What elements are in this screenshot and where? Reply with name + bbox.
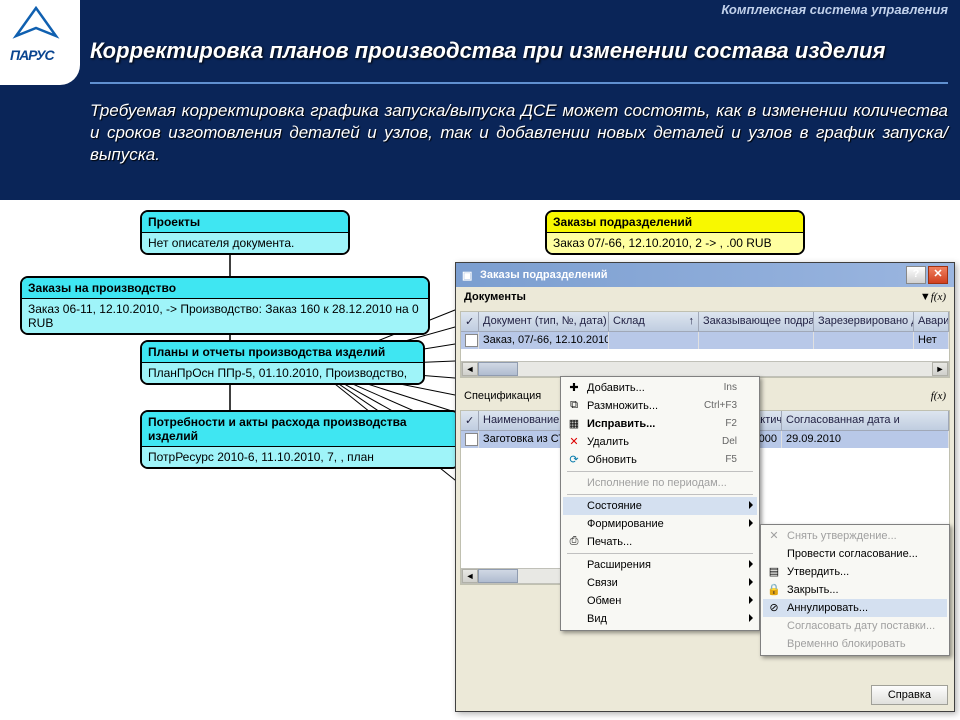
print-icon: ⎙ [566, 535, 582, 551]
duplicate-icon: ⧉ [566, 399, 582, 415]
delete-icon: ✕ [566, 435, 582, 451]
table-row[interactable]: Заказ, 07/-66, 12.10.2010 Нет [461, 332, 949, 349]
submenu-block: Временно блокировать [763, 635, 947, 653]
menu-exec-periods: Исполнение по периодам... [563, 474, 757, 492]
edit-icon: ▦ [566, 417, 582, 433]
window-titlebar[interactable]: ▣ Заказы подразделений ? ✕ [456, 263, 954, 287]
submenu-approve[interactable]: ▤Утвердить... [763, 563, 947, 581]
menu-view[interactable]: Вид [563, 610, 757, 628]
state-submenu: ✕Снять утверждение... Провести согласова… [760, 524, 950, 656]
approve-icon: ▤ [766, 565, 782, 581]
help-button[interactable]: ? [906, 266, 926, 284]
page-title: Корректировка планов производства при из… [90, 38, 948, 64]
col-document[interactable]: Документ (тип, №, дата) [479, 312, 609, 331]
fx-button[interactable]: f(x) [931, 291, 946, 303]
node-orders-div[interactable]: Заказы подразделений Заказ 07/-66, 12.10… [545, 210, 805, 255]
node-orders-prod[interactable]: Заказы на производство Заказ 06-11, 12.1… [20, 276, 430, 335]
node-needs[interactable]: Потребности и акты расхода производства … [140, 410, 460, 469]
lock-icon: 🔒 [766, 583, 782, 599]
logo: ПАРУС [0, 0, 80, 85]
menu-add[interactable]: ✚Добавить...Ins [563, 379, 757, 397]
annul-icon: ⊘ [766, 601, 782, 617]
submenu-agree-delivery: Согласовать дату поставки... [763, 617, 947, 635]
submenu-remove-approve: ✕Снять утверждение... [763, 527, 947, 545]
col-agreed[interactable]: Согласованная дата и [782, 411, 949, 430]
menu-delete[interactable]: ✕УдалитьDel [563, 433, 757, 451]
menu-links[interactable]: Связи [563, 574, 757, 592]
menu-multiply[interactable]: ⧉Размножить...Ctrl+F3 [563, 397, 757, 415]
context-menu: ✚Добавить...Ins ⧉Размножить...Ctrl+F3 ▦И… [560, 376, 760, 631]
spec-label: Спецификация [464, 390, 541, 402]
close-button[interactable]: ✕ [928, 266, 948, 284]
menu-edit[interactable]: ▦Исправить...F2 [563, 415, 757, 433]
submenu-close[interactable]: 🔒Закрыть... [763, 581, 947, 599]
page-description: Требуемая корректировка графика запуска/… [90, 100, 948, 166]
menu-exchange[interactable]: Обмен [563, 592, 757, 610]
spec-checkbox[interactable] [465, 433, 478, 446]
menu-state[interactable]: Состояние [563, 497, 757, 515]
refresh-icon: ⟳ [566, 453, 582, 469]
menu-refresh[interactable]: ⟳ОбновитьF5 [563, 451, 757, 469]
col-reserved[interactable]: Зарезервировано до [814, 312, 914, 331]
h-scrollbar[interactable]: ◄► [461, 361, 949, 377]
submenu-annul[interactable]: ⊘Аннулировать... [763, 599, 947, 617]
documents-label: Документы [464, 291, 526, 303]
window-icon: ▣ [462, 269, 476, 281]
menu-print[interactable]: ⎙Печать... [563, 533, 757, 551]
filter-icon[interactable]: ▼ [920, 291, 931, 303]
col-emergency[interactable]: Аварийный заказ [914, 312, 949, 331]
fx-button-spec[interactable]: f(x) [931, 390, 946, 402]
help-footer-button[interactable]: Справка [871, 685, 948, 705]
submenu-agree[interactable]: Провести согласование... [763, 545, 947, 563]
node-plans[interactable]: Планы и отчеты производства изделий План… [140, 340, 425, 385]
plus-icon: ✚ [566, 381, 582, 397]
system-title: Комплексная система управления [0, 0, 960, 24]
node-projects[interactable]: Проекты Нет описателя документа. [140, 210, 350, 255]
col-ordering[interactable]: Заказывающее подразд [699, 312, 814, 331]
col-warehouse[interactable]: Склад ↑ [609, 312, 699, 331]
remove-approve-icon: ✕ [766, 529, 782, 545]
row-checkbox[interactable] [465, 334, 478, 347]
menu-ext[interactable]: Расширения [563, 556, 757, 574]
menu-forming[interactable]: Формирование [563, 515, 757, 533]
